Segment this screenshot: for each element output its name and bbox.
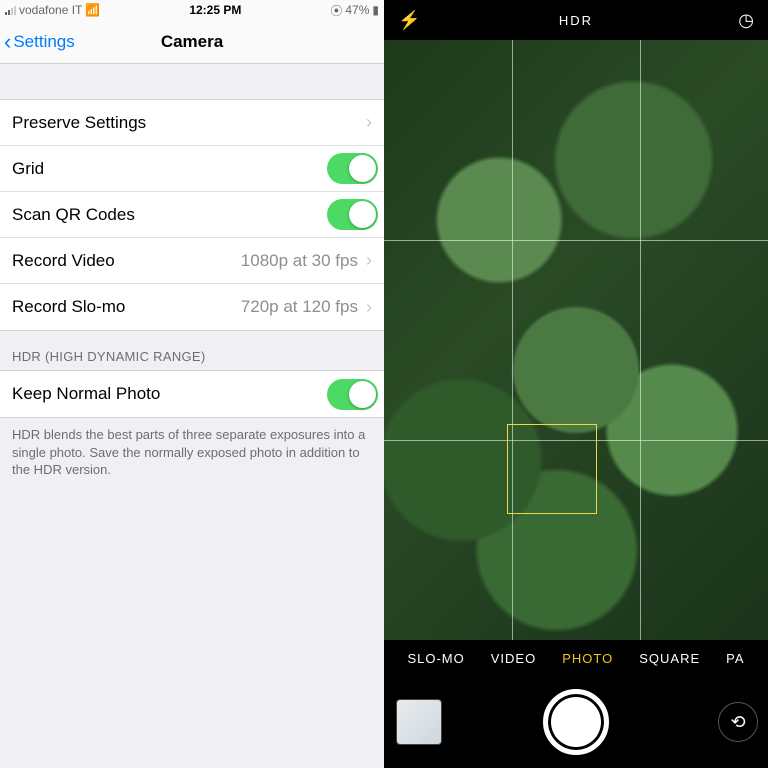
row-preserve-settings[interactable]: Preserve Settings › bbox=[0, 100, 384, 146]
section-header-hdr: HDR (HIGH DYNAMIC RANGE) bbox=[0, 331, 384, 370]
chevron-right-icon: › bbox=[366, 250, 372, 271]
row-scan-qr[interactable]: Scan QR Codes bbox=[0, 192, 384, 238]
alarm-icon: ⦿ bbox=[330, 2, 342, 19]
last-photo-thumbnail[interactable] bbox=[396, 699, 442, 745]
chevron-right-icon: › bbox=[366, 112, 372, 133]
row-label: Preserve Settings bbox=[12, 113, 358, 133]
row-label: Grid bbox=[12, 159, 319, 179]
nav-bar: ‹ Settings Camera bbox=[0, 20, 384, 64]
row-value: 720p at 120 fps bbox=[241, 297, 358, 317]
spacer bbox=[0, 64, 384, 99]
settings-camera-pane: vodafone IT 📶 12:25 PM ⦿ 47% ▮ ‹ Setting… bbox=[0, 0, 384, 768]
clock-label: 12:25 PM bbox=[189, 3, 241, 17]
mode-selector[interactable]: SLO-MO VIDEO PHOTO SQUARE PA bbox=[384, 640, 768, 676]
settings-group-hdr: Keep Normal Photo bbox=[0, 370, 384, 418]
row-value: 1080p at 30 fps bbox=[241, 251, 358, 271]
mode-slomo[interactable]: SLO-MO bbox=[407, 651, 464, 666]
mode-pano[interactable]: PA bbox=[726, 651, 744, 666]
chevron-left-icon: ‹ bbox=[4, 31, 11, 53]
qr-toggle[interactable] bbox=[327, 199, 378, 230]
signal-icon bbox=[5, 5, 16, 15]
battery-label: 47% bbox=[345, 3, 369, 17]
carrier-label: vodafone IT bbox=[19, 3, 82, 17]
focus-box bbox=[507, 424, 597, 514]
flip-camera-button[interactable]: ⟲ bbox=[718, 702, 758, 742]
hdr-footer-note: HDR blends the best parts of three separ… bbox=[0, 418, 384, 487]
viewfinder[interactable] bbox=[384, 40, 768, 640]
row-label: Keep Normal Photo bbox=[12, 384, 319, 404]
settings-group-main: Preserve Settings › Grid Scan QR Codes R… bbox=[0, 99, 384, 331]
back-button[interactable]: ‹ Settings bbox=[0, 31, 75, 53]
chevron-right-icon: › bbox=[366, 297, 372, 318]
row-record-slomo[interactable]: Record Slo-mo 720p at 120 fps › bbox=[0, 284, 384, 330]
mode-photo[interactable]: PHOTO bbox=[562, 651, 613, 666]
row-label: Scan QR Codes bbox=[12, 205, 319, 225]
wifi-icon: 📶 bbox=[85, 3, 100, 17]
shutter-button[interactable] bbox=[543, 689, 609, 755]
camera-top-bar: ⚡ HDR ◷ bbox=[384, 0, 768, 40]
grid-overlay bbox=[384, 40, 768, 640]
row-keep-normal-photo[interactable]: Keep Normal Photo bbox=[0, 371, 384, 417]
row-label: Record Video bbox=[12, 251, 233, 271]
back-label: Settings bbox=[13, 32, 74, 52]
row-grid[interactable]: Grid bbox=[0, 146, 384, 192]
row-label: Record Slo-mo bbox=[12, 297, 233, 317]
mode-square[interactable]: SQUARE bbox=[639, 651, 700, 666]
grid-toggle[interactable] bbox=[327, 153, 378, 184]
camera-app: ⚡ HDR ◷ SLO-MO VIDEO PHOTO SQUARE PA ⟲ bbox=[384, 0, 768, 768]
status-bar: vodafone IT 📶 12:25 PM ⦿ 47% ▮ bbox=[0, 0, 384, 20]
keep-normal-toggle[interactable] bbox=[327, 379, 378, 410]
row-record-video[interactable]: Record Video 1080p at 30 fps › bbox=[0, 238, 384, 284]
mode-video[interactable]: VIDEO bbox=[491, 651, 536, 666]
shutter-bar: ⟲ bbox=[384, 676, 768, 768]
battery-icon: ▮ bbox=[372, 3, 379, 17]
hdr-button[interactable]: HDR bbox=[384, 13, 768, 28]
